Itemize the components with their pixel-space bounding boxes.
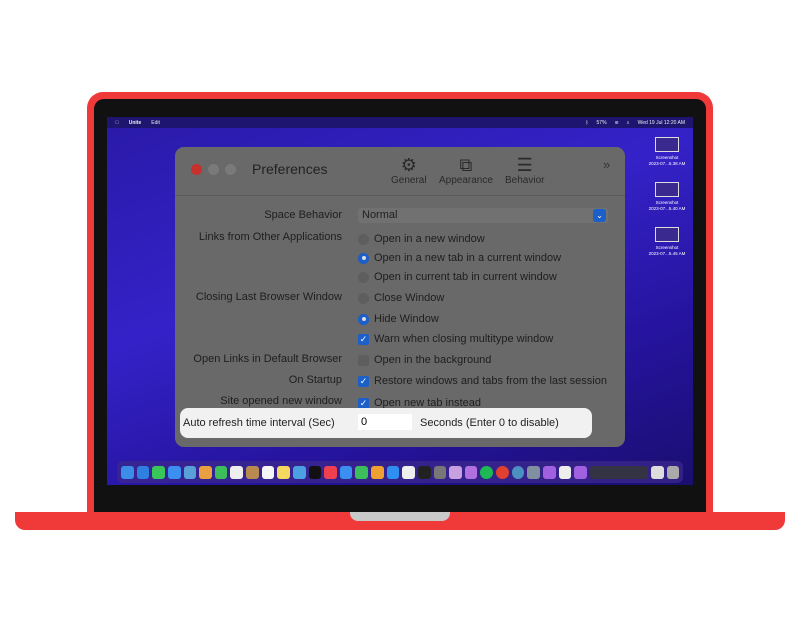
tab-label: Appearance	[439, 175, 493, 186]
figma-icon[interactable]	[417, 465, 431, 479]
clock[interactable]: Wed 19 Jul 12:20 AM	[638, 120, 685, 126]
tv-icon[interactable]	[308, 465, 322, 479]
settings-icon[interactable]	[433, 465, 447, 479]
open-default-label: Open Links in Default Browser	[193, 353, 342, 365]
music-icon[interactable]	[324, 465, 337, 479]
trash-icon[interactable]	[666, 465, 680, 479]
freeform-icon[interactable]	[292, 465, 306, 479]
sliders-icon: ☰	[516, 155, 533, 175]
finder-icon[interactable]	[121, 465, 134, 479]
window-thumbnail[interactable]	[650, 465, 664, 479]
option-label: Close Window	[374, 292, 445, 304]
option-label: Restore windows and tabs from the last s…	[374, 375, 607, 387]
file-date: 2023-07...5.45 AM	[648, 251, 686, 256]
site-new-window-label: Site opened new window	[220, 395, 342, 407]
select-value: Normal	[362, 209, 398, 221]
gear-icon: ⚙	[400, 155, 417, 175]
option-label: Open in a new window	[374, 233, 485, 245]
photos-icon[interactable]	[199, 465, 212, 479]
chevron-down-icon: ⌄	[593, 209, 606, 222]
auto-refresh-suffix: Seconds (Enter 0 to disable)	[420, 417, 559, 429]
radio-new-tab[interactable]: Open in a new tab in a current window	[358, 252, 561, 264]
links-label: Links from Other Applications	[198, 231, 342, 243]
space-behavior-label: Space Behavior	[264, 209, 342, 221]
option-label: Open in current tab in current window	[374, 271, 557, 283]
app-icon[interactable]	[464, 465, 478, 479]
app-store-icon[interactable]	[386, 465, 400, 479]
screen:  Unite Edit ᛒ 57% ≋ ⌕ Wed 19 Jul 12:20 …	[107, 117, 693, 485]
slack-icon[interactable]	[402, 465, 415, 479]
wifi-icon[interactable]: ≋	[615, 120, 619, 126]
apple-icon[interactable]: 	[115, 120, 119, 126]
option-label: Hide Window	[374, 313, 439, 325]
space-behavior-select[interactable]: Normal ⌄	[358, 208, 608, 223]
window-title: Preferences	[252, 161, 328, 177]
tab-behavior[interactable]: ☰ Behavior	[505, 155, 544, 186]
radio-hide-window[interactable]: Hide Window	[358, 313, 439, 325]
tab-label: General	[391, 175, 427, 186]
screenshot-thumbnail-icon	[655, 227, 679, 242]
close-button[interactable]	[191, 164, 202, 175]
radio-current-tab[interactable]: Open in current tab in current window	[358, 271, 557, 283]
bluetooth-icon[interactable]: ᛒ	[586, 120, 589, 126]
appearance-icon: ⧉	[459, 155, 473, 175]
tab-appearance[interactable]: ⧉ Appearance	[439, 155, 493, 186]
chevron-right-icon[interactable]: »	[603, 157, 610, 172]
facetime-icon[interactable]	[214, 465, 228, 479]
radio-close-window[interactable]: Close Window	[358, 292, 444, 304]
auto-refresh-label: Auto refresh time interval (Sec)	[183, 417, 335, 429]
radio-new-window[interactable]: Open in a new window	[358, 233, 485, 245]
unite-icon[interactable]	[542, 465, 556, 479]
screenshot-thumbnail-icon	[655, 182, 679, 197]
auto-refresh-row: Auto refresh time interval (Sec) Seconds…	[180, 408, 592, 438]
browser-icon[interactable]	[511, 465, 525, 479]
preview-icon[interactable]	[527, 465, 540, 479]
app-icon[interactable]	[558, 465, 572, 479]
spotify-icon[interactable]	[480, 465, 493, 479]
desktop-file[interactable]: Screenshot 2023-07...5.38 AM	[647, 137, 687, 167]
recent-windows[interactable]	[589, 465, 648, 479]
preferences-window: Preferences ⚙ General ⧉ Appearance ☰ Behavi…	[175, 147, 625, 447]
file-date: 2023-07...5.38 AM	[648, 161, 686, 166]
zoom-button[interactable]	[225, 164, 236, 175]
tab-general[interactable]: ⚙ General	[391, 155, 427, 186]
closing-label: Closing Last Browser Window	[195, 291, 342, 303]
contacts-icon[interactable]	[246, 465, 259, 479]
reminders-icon[interactable]	[261, 465, 275, 479]
unite-icon[interactable]	[574, 465, 587, 479]
desktop-file[interactable]: Screenshot 2023-07...5.45 AM	[647, 227, 687, 257]
option-label: Open in a new tab in a current window	[374, 252, 562, 264]
screenshot-thumbnail-icon	[655, 137, 679, 152]
notes-icon[interactable]	[277, 465, 290, 479]
tab-label: Behavior	[505, 175, 545, 186]
minimize-button[interactable]	[208, 164, 219, 175]
option-label: Open in the background	[374, 354, 492, 366]
file-date: 2023-07...5.40 AM	[648, 206, 686, 211]
menu-app[interactable]: Unite	[129, 120, 142, 126]
option-label: Warn when closing multitype window	[374, 333, 554, 345]
checkbox-warn-closing[interactable]: ✓ Warn when closing multitype window	[358, 333, 553, 345]
messages-icon[interactable]	[152, 465, 165, 479]
maps-icon[interactable]	[183, 465, 197, 479]
keynote-icon[interactable]	[339, 465, 353, 479]
numbers-icon[interactable]	[355, 465, 368, 479]
checkbox-restore[interactable]: ✓ Restore windows and tabs from the last …	[358, 375, 607, 387]
dock	[117, 461, 683, 483]
divider	[175, 195, 625, 196]
pages-icon[interactable]	[371, 465, 384, 479]
chrome-icon[interactable]	[496, 465, 509, 479]
calendar-icon[interactable]	[230, 465, 243, 479]
app-icon[interactable]	[449, 465, 462, 479]
search-icon[interactable]: ⌕	[627, 120, 630, 126]
menu-edit[interactable]: Edit	[151, 120, 160, 126]
checkbox-background[interactable]: Open in the background	[358, 354, 491, 366]
safari-icon[interactable]	[136, 465, 150, 479]
mail-icon[interactable]	[167, 465, 181, 479]
laptop-notch	[350, 512, 450, 521]
battery-status[interactable]: 57%	[597, 120, 607, 126]
startup-label: On Startup	[288, 374, 342, 386]
auto-refresh-input[interactable]	[358, 414, 412, 430]
menu-bar:  Unite Edit ᛒ 57% ≋ ⌕ Wed 19 Jul 12:20 …	[107, 117, 693, 128]
desktop-file[interactable]: Screenshot 2023-07...5.40 AM	[647, 182, 687, 212]
